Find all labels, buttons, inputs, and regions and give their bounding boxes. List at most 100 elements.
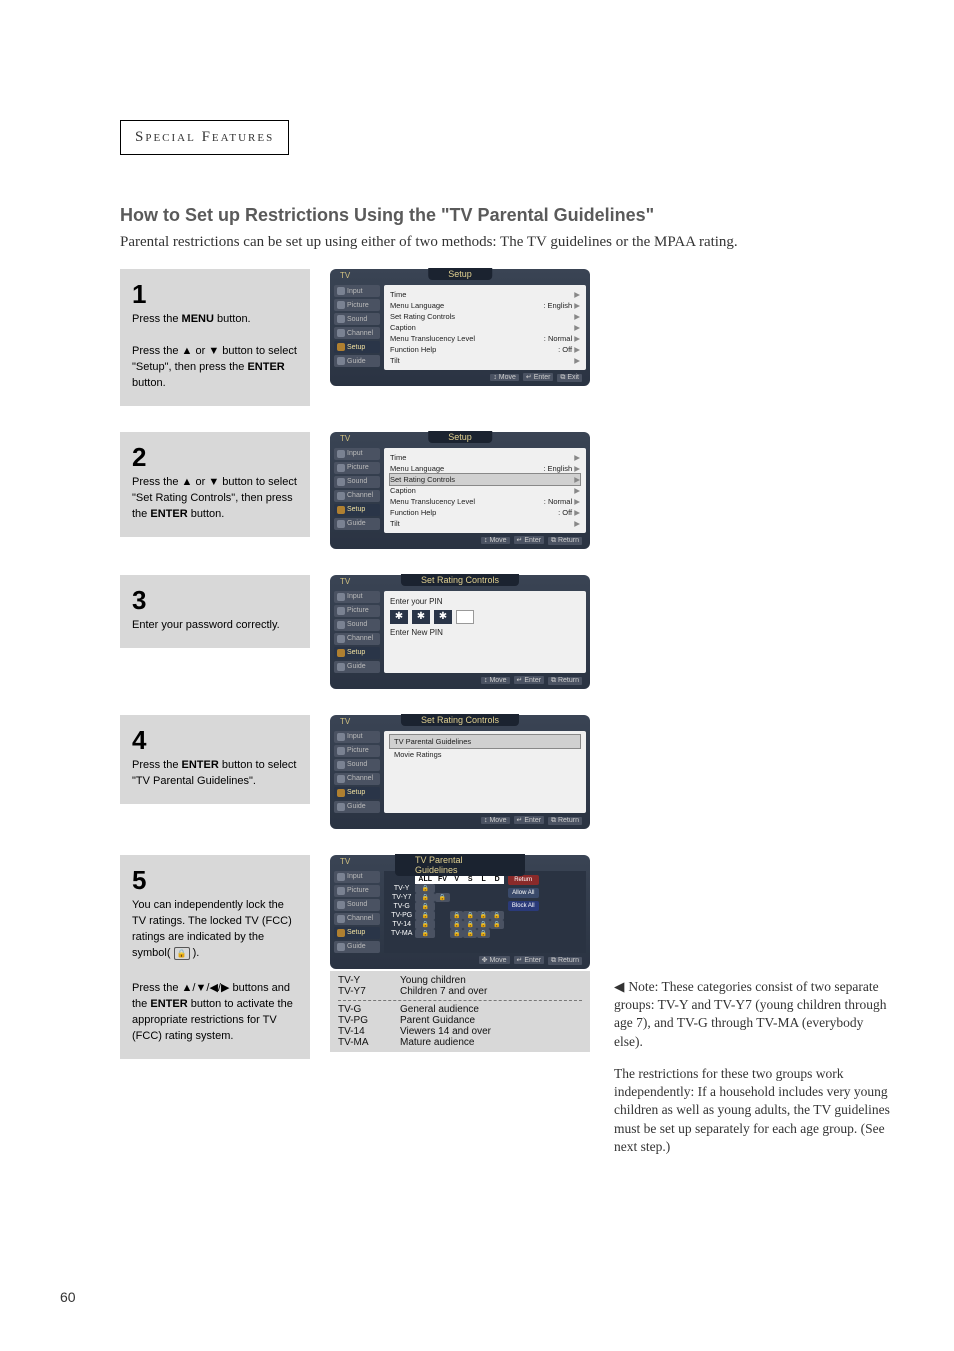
lock-icon: 🔒 xyxy=(174,947,190,961)
enter-button-label: ENTER xyxy=(150,508,187,520)
osd-footer: ✥ Move ↵ Enter ⧉ Return xyxy=(334,953,586,965)
text: Press the xyxy=(132,759,182,771)
label: Input xyxy=(347,288,363,295)
picture-icon xyxy=(337,464,345,472)
tv-label: TV xyxy=(340,434,350,443)
setup-item-tilt: Tilt xyxy=(390,519,400,528)
return-icon: ⧉ xyxy=(551,957,556,964)
chevron-right-icon: ▶ xyxy=(574,453,580,462)
label: Enter xyxy=(524,957,541,964)
col-l: L xyxy=(477,875,490,884)
return-button: Return xyxy=(508,875,539,885)
setup-item-set-rating: Set Rating Controls xyxy=(390,312,455,321)
col-fv: FV xyxy=(435,875,450,884)
osd-tab-sound: Sound xyxy=(334,476,380,488)
legend-desc-tvy7: Children 7 and over xyxy=(400,986,487,997)
text: or xyxy=(192,476,208,488)
lock-icon: 🔒 xyxy=(477,911,490,920)
move-icon: ↕ xyxy=(484,817,488,824)
sound-icon xyxy=(337,315,345,323)
lock-icon: 🔒 xyxy=(415,902,435,911)
setup-icon xyxy=(337,929,345,937)
label: Picture xyxy=(347,747,369,754)
chevron-right-icon: ▶ xyxy=(574,334,580,343)
label: Sound xyxy=(347,316,367,323)
osd-tab-guide: Guide xyxy=(334,801,380,813)
enter-icon: ↵ xyxy=(517,677,523,684)
step-number: 3 xyxy=(132,585,298,616)
channel-icon xyxy=(337,775,345,783)
guide-icon xyxy=(337,943,345,951)
label: Setup xyxy=(347,649,365,656)
setup-item-caption: Caption xyxy=(390,486,416,495)
setup-item-tilt: Tilt xyxy=(390,356,400,365)
osd-tab-sound: Sound xyxy=(334,899,380,911)
label: Sound xyxy=(347,621,367,628)
up-arrow-icon: ▲ xyxy=(182,982,193,994)
label: Input xyxy=(347,733,363,740)
tv-label: TV xyxy=(340,857,350,866)
setup-icon xyxy=(337,649,345,657)
label: Input xyxy=(347,450,363,457)
label: Move xyxy=(489,957,506,964)
chevron-right-icon: ▶ xyxy=(574,475,580,484)
up-arrow-icon: ▲ xyxy=(182,344,193,360)
row-tvma: TV-MA xyxy=(388,929,415,938)
step-2-instructions: 2 Press the ▲ or ▼ button to select "Set… xyxy=(120,432,310,537)
lock-icon: 🔒 xyxy=(463,929,476,938)
sound-icon xyxy=(337,901,345,909)
label: Return xyxy=(558,957,579,964)
main-title: How to Set up Restrictions Using the "TV… xyxy=(120,205,894,226)
chevron-right-icon: ▶ xyxy=(574,356,580,365)
tv-label: TV xyxy=(340,577,350,586)
osd-tab-input: Input xyxy=(334,285,380,297)
channel-icon xyxy=(337,915,345,923)
legend-code-tvy: TV-Y xyxy=(338,975,384,986)
chevron-right-icon: ▶ xyxy=(574,301,580,310)
osd-tab-channel: Channel xyxy=(334,490,380,502)
osd-tab-setup: Setup xyxy=(334,927,380,939)
block-all-button: Block All xyxy=(508,901,539,911)
value: : Normal xyxy=(544,497,572,506)
osd-title: Set Rating Controls xyxy=(401,714,519,726)
col-all: ALL xyxy=(415,875,435,884)
label: Input xyxy=(347,593,363,600)
step-4-instructions: 4 Press the ENTER button to select "TV P… xyxy=(120,715,310,804)
osd-tab-channel: Channel xyxy=(334,913,380,925)
label: Picture xyxy=(347,607,369,614)
osd-tab-setup: Setup xyxy=(334,341,380,353)
legend-code-tvpg: TV-PG xyxy=(338,1015,384,1026)
down-arrow-icon: ▼ xyxy=(195,982,206,994)
osd-tab-channel: Channel xyxy=(334,773,380,785)
label: Guide xyxy=(347,943,366,950)
enter-icon: ↵ xyxy=(517,957,523,964)
label: Return xyxy=(558,817,579,824)
enter-button-label: ENTER xyxy=(150,998,187,1010)
label: Guide xyxy=(347,358,366,365)
osd-footer: ↕ Move ↵ Enter ⧉ Exit xyxy=(334,370,586,382)
enter-button-label: ENTER xyxy=(182,759,219,771)
setup-icon xyxy=(337,343,345,351)
lock-icon: 🔒 xyxy=(450,911,463,920)
osd-title: TV Parental Guidelines xyxy=(395,854,525,876)
setup-item-translucency: Menu Translucency Level xyxy=(390,334,475,343)
return-icon: ⧉ xyxy=(551,817,556,824)
lock-icon: 🔒 xyxy=(490,920,503,929)
osd-tab-picture: Picture xyxy=(334,462,380,474)
label: Move xyxy=(499,374,516,381)
return-icon: ⧉ xyxy=(551,537,556,544)
osd-tab-picture: Picture xyxy=(334,745,380,757)
channel-icon xyxy=(337,492,345,500)
value: : Normal xyxy=(544,334,572,343)
guide-icon xyxy=(337,520,345,528)
step-4: 4 Press the ENTER button to select "TV P… xyxy=(120,715,894,829)
side-note: ▶Note: These categories consist of two s… xyxy=(614,978,894,1156)
legend-divider xyxy=(338,1000,582,1001)
lock-icon: 🔒 xyxy=(463,911,476,920)
label: Exit xyxy=(567,374,579,381)
label: Enter xyxy=(524,677,541,684)
note-triangle-icon: ▶ xyxy=(614,978,624,996)
down-arrow-icon: ▼ xyxy=(208,344,219,360)
lock-icon: 🔒 xyxy=(477,920,490,929)
legend-code-tv14: TV-14 xyxy=(338,1026,384,1037)
